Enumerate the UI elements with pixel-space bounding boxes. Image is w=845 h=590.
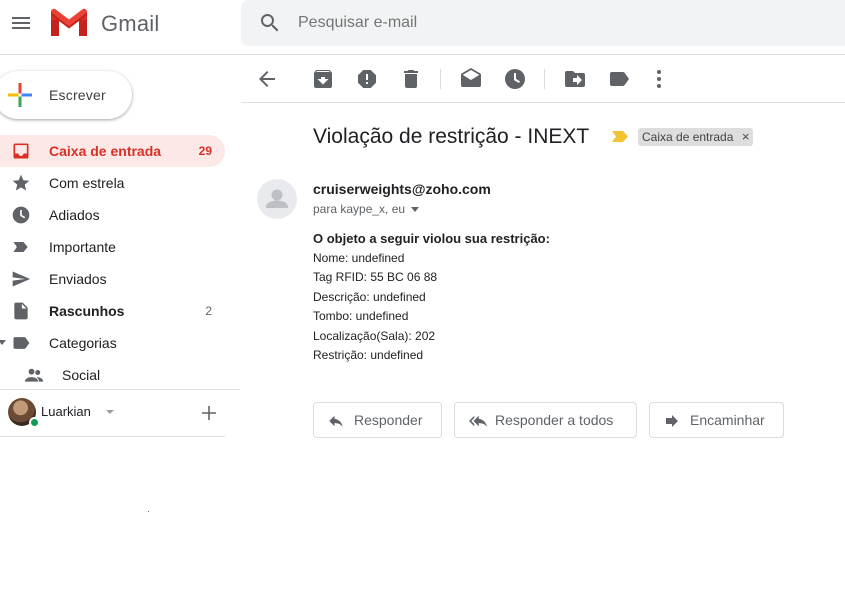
body-line: Restrição: undefined: [313, 348, 424, 362]
move-to-icon[interactable]: [563, 67, 587, 91]
body-line: Descrição: undefined: [313, 289, 426, 304]
remove-label-icon[interactable]: ×: [742, 128, 750, 146]
message-subject: Violação de restrição - INEXT: [313, 125, 590, 148]
sidebar-item-label: Adiados: [49, 207, 100, 223]
sidebar-divider: [0, 389, 240, 390]
gmail-wordmark[interactable]: Gmail: [101, 11, 159, 37]
sidebar-divider: [0, 436, 225, 437]
sidebar-item-label: Com estrela: [49, 175, 125, 191]
label-icon: [13, 337, 30, 349]
clock-icon: [12, 206, 30, 224]
sidebar-item-label: Importante: [49, 239, 116, 255]
sidebar-item-label: Social: [62, 367, 101, 383]
forward-label: Encaminhar: [690, 412, 765, 428]
reply-all-button[interactable]: Responder a todos: [454, 402, 637, 438]
search-input[interactable]: [298, 0, 798, 46]
recipients-text: para kaype_x, eu: [313, 202, 406, 216]
sidebar-nav: Caixa de entrada 29 Com estrela Adiados …: [0, 135, 240, 391]
gmail-logo-icon[interactable]: [50, 8, 88, 37]
hangouts-user-name[interactable]: Luarkian: [41, 404, 91, 419]
sidebar-item-categories[interactable]: Categorias: [0, 327, 225, 359]
important-icon: [13, 242, 28, 252]
importance-marker-icon[interactable]: [612, 131, 628, 142]
body-line: Nome: undefined: [313, 250, 405, 265]
delete-icon[interactable]: [399, 67, 423, 91]
online-status-icon: [29, 417, 40, 428]
reply-button[interactable]: Responder: [313, 402, 442, 438]
toolbar-separator: [440, 69, 441, 89]
send-icon: [12, 271, 31, 287]
snooze-icon[interactable]: [503, 67, 527, 91]
sidebar-item-label: Caixa de entrada: [49, 143, 162, 159]
inbox-icon: [13, 143, 29, 159]
labels-icon[interactable]: [607, 67, 631, 91]
draft-icon: [14, 302, 28, 320]
drafts-count: 2: [205, 304, 212, 318]
top-header: Gmail: [0, 0, 845, 55]
hangouts-panel: Luarkian: [0, 394, 240, 430]
people-icon: [24, 368, 44, 382]
sidebar-item-important[interactable]: Importante: [0, 231, 225, 263]
sidebar-item-label: Categorias: [49, 335, 117, 351]
reply-label: Responder: [354, 412, 423, 428]
sidebar-item-starred[interactable]: Com estrela: [0, 167, 225, 199]
menu-icon[interactable]: [9, 11, 33, 35]
inbox-label-chip[interactable]: Caixa de entrada ×: [638, 128, 754, 146]
sender-avatar[interactable]: [257, 179, 297, 219]
unread-count: 29: [198, 144, 212, 158]
forward-button[interactable]: Encaminhar: [649, 402, 784, 438]
recipients-line: para kaype_x, eu: [313, 202, 420, 216]
search-bar[interactable]: [241, 0, 845, 46]
sidebar-item-label: Rascunhos: [49, 303, 125, 319]
body-line: Localização(Sala): 202: [313, 328, 436, 343]
message-body: O objeto a seguir violou sua restrição: …: [313, 229, 550, 366]
reply-icon: [329, 415, 343, 427]
body-line: Tombo: undefined: [313, 309, 409, 323]
sidebar-item-snoozed[interactable]: Adiados: [0, 199, 225, 231]
message-toolbar: [241, 55, 845, 103]
reply-all-icon: [469, 415, 487, 427]
reply-all-label: Responder a todos: [495, 412, 614, 428]
sidebar-item-inbox[interactable]: Caixa de entrada 29: [0, 135, 225, 167]
forward-icon: [666, 415, 678, 427]
sidebar-item-drafts[interactable]: Rascunhos 2: [0, 295, 225, 327]
sidebar-item-label: Enviados: [49, 271, 107, 287]
body-title: O objeto a seguir violou sua restrição:: [313, 231, 550, 246]
sidebar-item-sent[interactable]: Enviados: [0, 263, 225, 295]
more-icon[interactable]: [647, 67, 671, 91]
show-details-icon[interactable]: [411, 207, 420, 213]
status-dropdown-icon[interactable]: [106, 410, 114, 414]
sender-email[interactable]: cruiserweights@zoho.com: [313, 181, 491, 197]
report-spam-icon[interactable]: [355, 67, 379, 91]
archive-icon[interactable]: [311, 67, 335, 91]
expand-caret-icon[interactable]: [0, 340, 6, 345]
label-chip-text: Caixa de entrada: [642, 130, 734, 144]
compose-button[interactable]: Escrever: [0, 71, 132, 119]
loading-dot: [148, 511, 149, 512]
search-icon[interactable]: [258, 11, 282, 35]
back-icon[interactable]: [255, 67, 279, 91]
toolbar-separator: [544, 69, 545, 89]
body-line: Tag RFID: 55 BC 06 88: [313, 270, 438, 284]
person-icon: [266, 189, 288, 208]
add-icon[interactable]: [200, 404, 218, 422]
mark-unread-icon[interactable]: [459, 67, 483, 91]
star-icon: [12, 174, 30, 191]
plus-icon: [8, 83, 32, 107]
compose-label: Escrever: [49, 87, 106, 103]
sidebar-item-social[interactable]: Social: [0, 359, 225, 391]
